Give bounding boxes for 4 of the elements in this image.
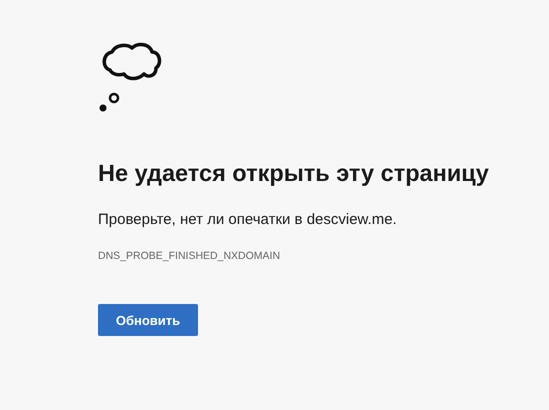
error-message: Проверьте, нет ли опечатки в descview.me. — [98, 211, 397, 228]
error-heading: Не удается открыть эту страницу — [98, 160, 489, 187]
error-code: DNS_PROBE_FINISHED_NXDOMAIN — [98, 250, 280, 262]
reload-button[interactable]: Обновить — [98, 304, 198, 336]
